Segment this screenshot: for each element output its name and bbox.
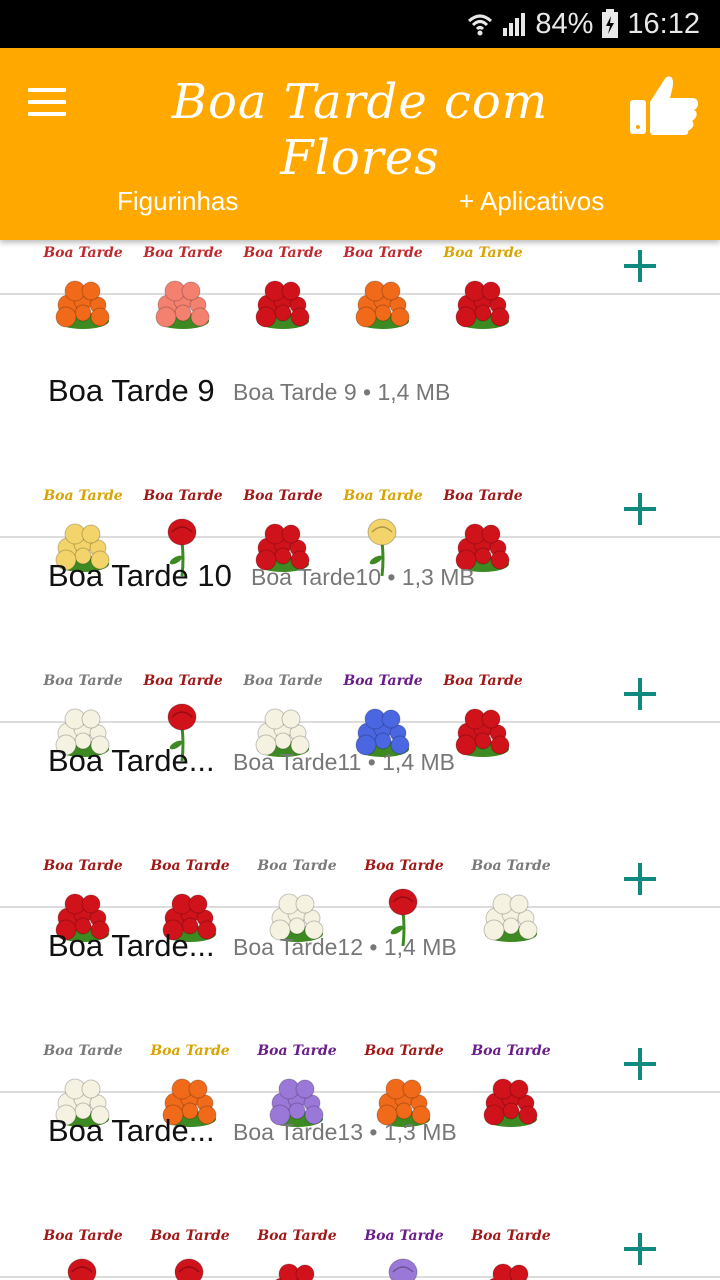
sticker-caption: Boa Tarde [43, 858, 123, 874]
sticker-caption: Boa Tarde [43, 488, 123, 504]
pack-meta: Boa Tarde12 • 1,4 MB [233, 934, 457, 960]
flower-image [455, 280, 510, 329]
sticker-red-roses-line: Boa Tarde [256, 1228, 338, 1280]
sticker-caption: Boa Tarde [143, 488, 223, 504]
add-pack-plus-icon[interactable] [622, 1046, 658, 1082]
flower-image [155, 280, 210, 329]
pack-meta: Boa Tarde11 • 1,4 MB [233, 749, 456, 775]
sticker-pack-row[interactable]: Boa Tarde Boa Tarde Boa Tarde Boa Tarde Boa … [0, 240, 720, 329]
app-bar: Boa Tarde com Flores Figurinhas + Aplica… [0, 48, 720, 240]
sticker-caption: Boa Tarde [343, 488, 423, 504]
pack-title: Boa Tarde 10 [48, 558, 232, 593]
flower-image [355, 280, 410, 329]
sticker-pack-row[interactable]: Boa Tarde... Boa Tarde12 • 1,4 MB Boa Tard… [0, 908, 720, 1127]
sticker-purple-rose-text: Boa Tarde [363, 1228, 445, 1280]
pack-meta: Boa Tarde10 • 1,3 MB [251, 564, 475, 590]
sticker-caption: Boa Tarde [364, 858, 444, 874]
sticker-caption: Boa Tarde [364, 1043, 444, 1059]
add-pack-plus-icon[interactable] [622, 248, 658, 284]
pack-title: Boa Tarde... [48, 928, 215, 963]
sticker-pack-row[interactable]: Boa Tarde 9 Boa Tarde 9 • 1,4 MB Boa Tarde… [0, 353, 720, 577]
sticker-caption: Boa Tarde [43, 1043, 123, 1059]
sticker-pack-list[interactable]: Boa Tarde Boa Tarde Boa Tarde Boa Tarde Boa … [0, 240, 720, 1280]
flower-image [388, 1258, 418, 1280]
wifi-icon [468, 14, 493, 36]
sticker-pink-rose: Boa Tarde [142, 245, 224, 337]
sticker-red-rose-large: Boa Tarde [42, 1228, 124, 1280]
sticker-caption: Boa Tarde [150, 1043, 230, 1059]
sticker-caption: Boa Tarde [243, 488, 323, 504]
hamburger-menu-icon[interactable] [28, 88, 68, 120]
sticker-caption: Boa Tarde [150, 1228, 230, 1244]
add-pack-plus-icon[interactable] [622, 861, 658, 897]
pack-title: Boa Tarde... [48, 743, 215, 778]
battery-percent: 84% [535, 7, 594, 40]
sticker-caption: Boa Tarde [443, 245, 523, 261]
sticker-caption: Boa Tarde [343, 673, 423, 689]
pack-title: Boa Tarde 9 [48, 373, 215, 408]
battery-icon [602, 9, 619, 38]
sticker-pack-row[interactable]: Boa Tarde... Boa Tarde13 • 1,3 MB Boa Tard… [0, 1093, 720, 1280]
sticker-caption: Boa Tarde [43, 673, 123, 689]
add-pack-plus-icon[interactable] [622, 676, 658, 712]
sticker-caption: Boa Tarde [257, 1043, 337, 1059]
signal-icon [503, 13, 526, 36]
flower-image [489, 1263, 529, 1280]
flower-image [67, 1258, 97, 1280]
sticker-orange-tulips: Boa Tarde [42, 245, 124, 337]
status-bar: 84% 16:12 [0, 0, 720, 48]
sticker-caption: Boa Tarde [143, 673, 223, 689]
pack-meta: Boa Tarde 9 • 1,4 MB [233, 379, 451, 405]
sticker-pack-row[interactable]: Boa Tarde... Boa Tarde11 • 1,4 MB Boa Tard… [0, 723, 720, 947]
sticker-red-rose-heart: Boa Tarde [242, 245, 324, 337]
flower-image [255, 280, 310, 329]
flower-image [55, 280, 110, 329]
sticker-pack-row[interactable]: Boa Tarde 10 Boa Tarde10 • 1,3 MB Boa Tard… [0, 538, 720, 762]
sticker-caption: Boa Tarde [471, 1043, 551, 1059]
sticker-caption: Boa Tarde [243, 245, 323, 261]
tab-figurinhas[interactable]: Figurinhas [117, 186, 238, 217]
sticker-preview-strip: Boa Tarde Boa Tarde Boa Tarde Boa Tarde Boa … [42, 245, 582, 337]
thumbs-up-icon[interactable] [628, 72, 700, 136]
sticker-caption: Boa Tarde [343, 245, 423, 261]
sticker-caption: Boa Tarde [364, 1228, 444, 1244]
sticker-orange-roses-bouquet: Boa Tarde [342, 245, 424, 337]
sticker-caption: Boa Tarde [443, 488, 523, 504]
clock: 16:12 [627, 7, 700, 40]
pack-title: Boa Tarde... [48, 1113, 215, 1148]
sticker-caption: Boa Tarde [257, 1228, 337, 1244]
sticker-preview-strip: Boa Tarde Boa Tarde Boa Tarde Boa Tarde Boa … [42, 1228, 582, 1280]
tab-aplicativos[interactable]: + Aplicativos [459, 186, 604, 217]
add-pack-plus-icon[interactable] [622, 491, 658, 527]
add-pack-plus-icon[interactable] [622, 1231, 658, 1267]
sticker-red-roses-branch: Boa Tarde [470, 1228, 552, 1280]
sticker-floral-arrangement: Boa Tarde [442, 245, 524, 337]
sticker-red-rose-lying: Boa Tarde [149, 1228, 231, 1280]
sticker-caption: Boa Tarde [150, 858, 230, 874]
pack-meta: Boa Tarde13 • 1,3 MB [233, 1119, 457, 1145]
sticker-caption: Boa Tarde [43, 1228, 123, 1244]
sticker-caption: Boa Tarde [443, 673, 523, 689]
sticker-caption: Boa Tarde [257, 858, 337, 874]
flower-image [174, 1258, 204, 1280]
sticker-caption: Boa Tarde [43, 245, 123, 261]
sticker-caption: Boa Tarde [243, 673, 323, 689]
sticker-caption: Boa Tarde [471, 858, 551, 874]
sticker-caption: Boa Tarde [471, 1228, 551, 1244]
sticker-caption: Boa Tarde [143, 245, 223, 261]
flower-image [275, 1263, 315, 1280]
app-title: Boa Tarde com Flores [171, 74, 549, 186]
